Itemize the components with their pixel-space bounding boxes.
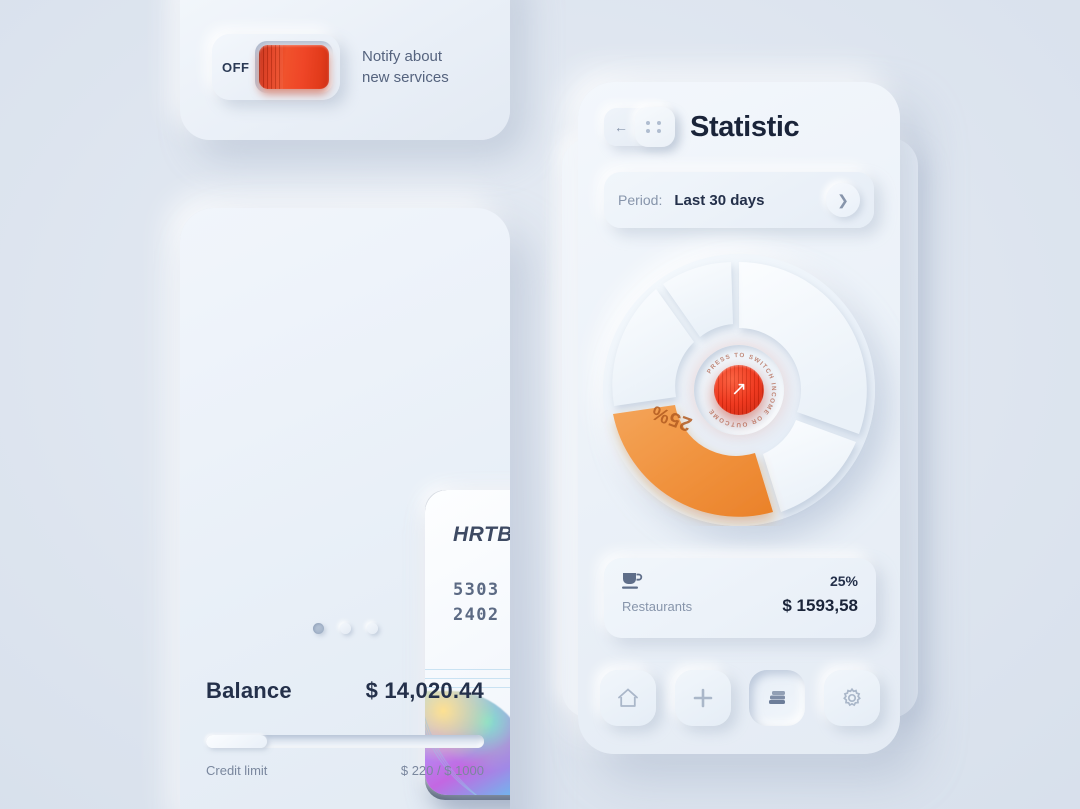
carousel-dot[interactable] bbox=[339, 623, 351, 634]
category-name: Restaurants bbox=[622, 598, 693, 614]
grid-dots-icon[interactable] bbox=[635, 107, 675, 147]
category-percent: 25% bbox=[829, 573, 858, 589]
card-carousel-dots[interactable] bbox=[180, 623, 510, 634]
period-label: Period: bbox=[618, 192, 663, 208]
nav-add-button[interactable] bbox=[674, 670, 731, 726]
arrow-up-right-icon: ↗ bbox=[731, 378, 747, 400]
notify-label-line1: Notify about bbox=[362, 47, 443, 65]
toggle-knob[interactable] bbox=[259, 45, 329, 89]
credit-limit-label: Credit limit bbox=[206, 763, 268, 778]
nav-settings-button[interactable] bbox=[823, 670, 880, 726]
category-amount: $ 1593,58 bbox=[782, 596, 858, 615]
notify-row: OFF Notify about new services bbox=[212, 34, 449, 100]
arrow-left-icon[interactable]: ← bbox=[604, 108, 638, 146]
page-title: Statistic bbox=[690, 110, 800, 143]
notify-toggle-switch[interactable]: OFF bbox=[212, 34, 340, 100]
nav-cards-button[interactable] bbox=[749, 670, 806, 726]
credit-limit-progress-bar[interactable] bbox=[206, 735, 484, 748]
plus-icon bbox=[693, 688, 712, 708]
statistic-header: ← Statistic bbox=[604, 107, 800, 147]
toggle-state-label: OFF bbox=[222, 59, 250, 75]
credit-limit-progress-fill bbox=[206, 735, 268, 748]
notify-panel: OFF Notify about new services bbox=[180, 0, 510, 140]
period-selector[interactable]: Period: Last 30 days ❯ bbox=[604, 172, 874, 228]
notify-label-line2: new services bbox=[362, 69, 449, 86]
period-value: Last 30 days bbox=[674, 191, 765, 209]
cards-stack-icon bbox=[769, 691, 786, 704]
statistic-screen: ← Statistic Period: Last 30 days ❯ 25% P… bbox=[578, 82, 900, 754]
gear-icon bbox=[843, 687, 861, 707]
balance-value: $ 14,020.44 bbox=[365, 678, 484, 703]
wallet-screen: HRTBT 5303 6084 2402 3649 09/24 Balance … bbox=[180, 208, 510, 809]
balance-label: Balance bbox=[206, 678, 292, 703]
credit-limit-row: Credit limit $ 220 / $ 1000 bbox=[206, 763, 484, 778]
category-stat-card[interactable]: 25% Restaurants $ 1593,58 bbox=[604, 558, 876, 638]
balance-row: Balance $ 14,020.44 bbox=[206, 678, 484, 704]
spending-donut-chart[interactable]: 25% PRESS TO SWITCH INCOME OR OUTCOME ↗ bbox=[603, 254, 875, 526]
notify-label: Notify about new services bbox=[362, 46, 449, 89]
carousel-dot[interactable] bbox=[312, 623, 324, 634]
credit-limit-value: $ 220 / $ 1000 bbox=[400, 763, 484, 778]
credit-card[interactable]: HRTBT 5303 6084 2402 3649 09/24 bbox=[425, 490, 510, 795]
card-number-line-1: 5303 6084 bbox=[453, 580, 510, 600]
nav-home-button[interactable] bbox=[600, 670, 656, 726]
header-nav-group: ← bbox=[604, 107, 675, 147]
coffee-cup-icon bbox=[622, 573, 643, 589]
home-icon bbox=[618, 688, 638, 707]
switch-income-outcome-button[interactable]: ↗ bbox=[714, 365, 764, 415]
toggle-well bbox=[255, 41, 333, 93]
bottom-navigation bbox=[600, 670, 880, 726]
card-brand-logo: HRTBT bbox=[453, 523, 510, 546]
chevron-right-icon[interactable]: ❯ bbox=[826, 183, 860, 217]
card-number-line-2: 2402 3649 bbox=[453, 605, 510, 625]
carousel-dot[interactable] bbox=[366, 623, 378, 634]
